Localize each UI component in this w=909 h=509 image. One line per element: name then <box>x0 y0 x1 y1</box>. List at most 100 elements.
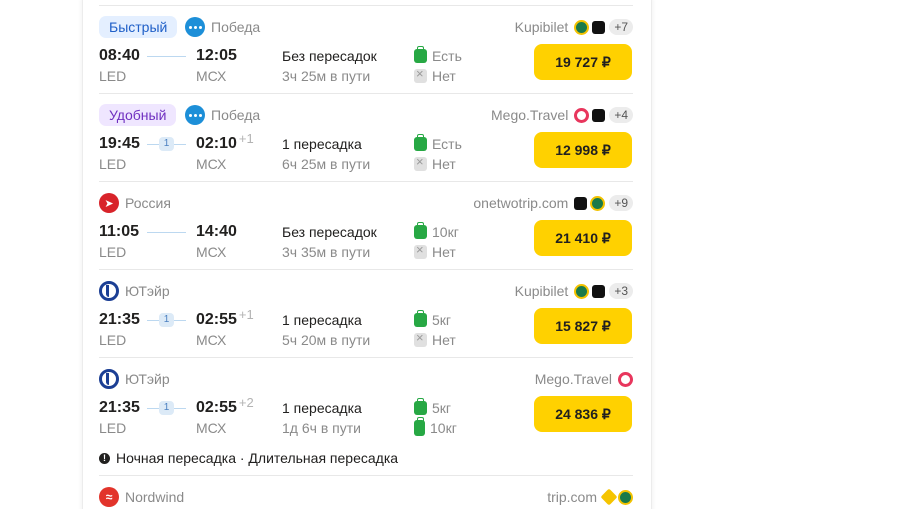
seller-logo-icon <box>574 196 588 210</box>
price-button[interactable]: 21 410 ₽ <box>534 220 632 256</box>
baggage-icon <box>414 46 427 63</box>
baggage-icon <box>414 417 425 436</box>
seller-logo-icon <box>592 20 606 34</box>
flight-result[interactable]: Быстрый Победа Kupibilet +7 08:40 12:05 LED МСХ… <box>99 5 633 93</box>
stop-count-badge: 1 <box>159 401 174 415</box>
seller-logo-icon <box>574 283 590 299</box>
arrival-airport: МСХ <box>196 244 227 260</box>
arrival-time: 02:10 +1 <box>196 131 254 153</box>
departure-airport: LED <box>99 68 127 84</box>
airline-logo-icon <box>185 17 205 37</box>
seller[interactable]: trip.com <box>547 486 633 508</box>
more-sellers-count[interactable]: +4 <box>609 107 633 123</box>
checked-baggage: Нет <box>414 66 456 84</box>
hand-luggage: 10кг <box>414 222 459 240</box>
transfer-warning-text: Ночная пересадка · Длительная пересадка <box>116 450 399 466</box>
price-button[interactable]: 12 998 ₽ <box>534 132 632 168</box>
arrival-airport: МСХ <box>196 156 227 172</box>
arrival-time: 02:55 +1 <box>196 307 254 329</box>
seller-logo-icon <box>590 195 606 211</box>
arrival-time: 12:05 <box>196 47 237 65</box>
more-sellers-count[interactable]: +7 <box>609 19 633 35</box>
departure-airport: LED <box>99 420 127 436</box>
flight-duration: 3ч 35м в пути <box>282 244 371 260</box>
transfer-info: Без пересадок <box>282 224 377 240</box>
baggage-icon <box>414 398 427 415</box>
flight-result[interactable]: ➤ Россия onetwotrip.com +9 11:05 14:40 LED МСХ Б… <box>99 181 633 269</box>
flight-result[interactable]: Удобный Победа Mego.Travel +4 19:45 1 02:10 +1 L… <box>99 93 633 181</box>
hand-luggage: 5кг <box>414 310 452 328</box>
next-day-indicator: +1 <box>238 131 254 146</box>
airline: ЮТэйр <box>99 280 170 302</box>
baggage-icon <box>414 222 427 239</box>
hand-luggage: Есть <box>414 46 462 64</box>
airline-name: Победа <box>211 107 261 123</box>
airline-name: Nordwind <box>125 489 185 505</box>
departure-airport: LED <box>99 332 127 348</box>
departure-airport: LED <box>99 244 127 260</box>
flight-tag-badge: Быстрый <box>99 16 178 38</box>
baggage-icon <box>414 134 427 151</box>
airline-name: ЮТэйр <box>125 371 170 387</box>
baggage-text: 5кг <box>432 312 452 328</box>
departure-time: 11:05 <box>99 223 140 240</box>
seller[interactable]: Mego.Travel +4 <box>491 104 633 126</box>
flight-header: ➤ Россия onetwotrip.com +9 <box>99 182 633 223</box>
no-baggage-icon <box>414 154 427 171</box>
seller-name: onetwotrip.com <box>473 195 569 211</box>
arrival-airport: МСХ <box>196 68 227 84</box>
warning-icon: ! <box>99 452 110 464</box>
more-sellers-count[interactable]: +3 <box>609 283 633 299</box>
baggage-text: 5кг <box>432 400 452 416</box>
flight-result[interactable]: ≈ Nordwind trip.com <box>99 475 633 509</box>
price-button[interactable]: 19 727 ₽ <box>534 44 632 80</box>
airline-logo-icon <box>99 369 119 389</box>
airline-logo-icon: ≈ <box>99 487 119 507</box>
hand-luggage: Есть <box>414 134 462 152</box>
seller-name: Mego.Travel <box>491 107 569 123</box>
flight-result[interactable]: ЮТэйр Mego.Travel 21:35 1 02:55 +2 LED МСХ 1 пер… <box>99 357 633 475</box>
more-sellers-count[interactable]: +9 <box>609 195 633 211</box>
seller-logo-icon <box>592 108 606 122</box>
price-button[interactable]: 24 836 ₽ <box>534 396 632 432</box>
flight-details: 19:45 1 02:10 +1 LED МСХ 1 пересадка 6ч 25м в п… <box>99 131 633 181</box>
flight-details: 11:05 14:40 LED МСХ Без пересадок 3ч 35м в пу… <box>99 220 633 269</box>
transfer-warning: ! Ночная пересадка · Длительная пересадка <box>99 445 633 475</box>
arrival-time: 14:40 <box>196 223 237 241</box>
seller-name: Mego.Travel <box>534 371 612 387</box>
airline-logo-icon <box>185 105 205 125</box>
flight-result[interactable]: ЮТэйр Kupibilet +3 21:35 1 02:55 +1 LED МСХ 1 пер… <box>99 269 633 357</box>
seller-name: trip.com <box>547 489 597 505</box>
baggage-text: Нет <box>432 332 456 348</box>
arrival-time-value: 14:40 <box>196 223 237 240</box>
flight-duration: 6ч 25м в пути <box>282 156 371 172</box>
arrival-airport: МСХ <box>196 332 227 348</box>
arrival-time-value: 12:05 <box>196 47 237 64</box>
arrival-time: 02:55 +2 <box>196 395 254 417</box>
departure-time: 21:35 <box>99 311 140 328</box>
seller[interactable]: onetwotrip.com +9 <box>473 192 633 214</box>
baggage-text: 10кг <box>430 420 457 436</box>
price-button[interactable]: 15 827 ₽ <box>534 308 632 344</box>
flight-details: 21:35 1 02:55 +2 LED МСХ 1 пересадка 1д 6ч в пу… <box>99 395 633 445</box>
baggage-text: Нет <box>432 68 456 84</box>
baggage-text: Нет <box>432 156 456 172</box>
seller[interactable]: Kupibilet +3 <box>515 280 633 302</box>
checked-baggage: Нет <box>414 242 456 260</box>
stop-count-badge: 1 <box>159 313 174 327</box>
route-line <box>147 232 186 233</box>
next-day-indicator: +2 <box>238 395 254 410</box>
airline: ➤ Россия <box>99 192 171 214</box>
seller[interactable]: Mego.Travel <box>535 368 633 390</box>
arrival-time-value: 02:10 <box>196 135 237 152</box>
seller-logo-icon <box>618 371 633 387</box>
flight-header: ≈ Nordwind trip.com <box>99 476 633 509</box>
arrival-airport: МСХ <box>196 420 227 436</box>
seller[interactable]: Kupibilet +7 <box>515 16 633 38</box>
airline-logo-icon <box>99 281 119 301</box>
seller-logo-icon <box>574 107 590 123</box>
seller-name: Kupibilet <box>514 19 569 35</box>
no-baggage-icon <box>414 66 427 83</box>
airline-name: Победа <box>211 19 261 35</box>
airline: ЮТэйр <box>99 368 170 390</box>
